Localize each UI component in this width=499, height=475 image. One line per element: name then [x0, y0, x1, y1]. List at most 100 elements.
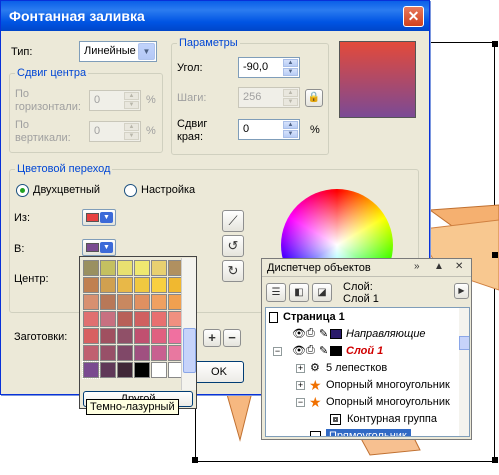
collapse-icon[interactable]: − [273, 347, 282, 356]
lock-steps-button[interactable]: 🔒 [305, 89, 323, 107]
pencil-icon[interactable]: ✎ [319, 344, 328, 357]
dialog-title: Фонтанная заливка [9, 8, 145, 24]
palette-swatch[interactable] [83, 260, 99, 276]
palette-swatch[interactable] [82, 361, 100, 379]
edit-across-layers-button[interactable]: ◧ [289, 283, 309, 302]
palette-swatch[interactable] [151, 294, 167, 310]
double-chevron-icon[interactable]: » [414, 261, 420, 272]
palette-swatch[interactable] [134, 260, 150, 276]
angle-input[interactable]: -90,0 ▲ ▼ [238, 57, 300, 78]
palette-swatch[interactable] [134, 311, 150, 327]
layer-manager-view-button[interactable]: ◪ [312, 283, 332, 302]
palette-swatch[interactable] [83, 294, 99, 310]
object-tree-scrollbar[interactable] [459, 308, 469, 436]
palette-swatch[interactable] [117, 277, 133, 293]
printer-icon[interactable]: ⎙ [306, 344, 315, 357]
palette-swatch[interactable] [134, 277, 150, 293]
chevron-down-icon: ▼ [138, 43, 155, 60]
palette-scrollbar[interactable] [181, 258, 196, 390]
direct-blend-button[interactable]: ⟋ [222, 210, 244, 232]
vertical-label-1: По [15, 119, 30, 131]
to-color-button[interactable]: ▼ [82, 239, 116, 256]
from-color-button[interactable]: ▼ [82, 209, 116, 226]
vertical-shift-input[interactable]: 0 ▲ ▼ [89, 121, 141, 142]
layer-color-swatch [330, 329, 342, 339]
close-button[interactable]: ✕ [403, 6, 424, 27]
selection-handle[interactable] [492, 41, 498, 47]
palette-swatch[interactable] [100, 260, 116, 276]
pencil-icon[interactable]: ✎ [319, 327, 328, 340]
caret-up-icon[interactable]: ▲ [434, 261, 444, 272]
steps-input[interactable]: 256 ▲ ▼ [238, 87, 300, 108]
palette-swatch[interactable] [83, 328, 99, 344]
palette-swatch[interactable] [117, 294, 133, 310]
ok-button[interactable]: OK [194, 361, 244, 383]
tree-label-selected: Прямоугольник [326, 429, 411, 436]
palette-swatch[interactable] [100, 277, 116, 293]
palette-swatch[interactable] [151, 260, 167, 276]
palette-swatch[interactable] [100, 328, 116, 344]
spin-up-icon[interactable]: ▲ [283, 121, 298, 129]
tree-label: Страница 1 [283, 311, 345, 323]
expand-icon[interactable]: + [296, 381, 305, 390]
palette-swatch[interactable] [117, 362, 133, 378]
spin-down-icon[interactable]: ▼ [124, 132, 139, 140]
spin-down-icon[interactable]: ▼ [283, 98, 298, 106]
printer-icon[interactable]: ⎙ [306, 327, 315, 340]
layer-info-value: Слой 1 [343, 293, 379, 305]
remove-preset-button[interactable]: − [223, 329, 241, 347]
page-icon [269, 312, 278, 323]
palette-swatch[interactable] [83, 311, 99, 327]
spin-up-icon[interactable]: ▲ [283, 89, 298, 97]
selection-handle[interactable] [492, 457, 498, 463]
ccw-blend-button[interactable]: ↺ [222, 235, 244, 257]
eye-icon[interactable]: 👁 [292, 327, 306, 340]
expand-icon[interactable]: + [296, 364, 305, 373]
two-color-radio[interactable] [16, 184, 29, 197]
spin-down-icon[interactable]: ▼ [283, 130, 298, 138]
object-tree-scroll-thumb[interactable] [459, 336, 469, 350]
panel-menu-button[interactable]: ▶ [454, 283, 469, 299]
eye-icon[interactable]: 👁 [292, 344, 306, 357]
color-transition-title: Цветовой переход [15, 163, 113, 175]
spin-up-icon[interactable]: ▲ [124, 123, 139, 131]
collapse-icon[interactable]: − [296, 398, 305, 407]
palette-swatch[interactable] [151, 277, 167, 293]
close-icon[interactable]: ✕ [455, 261, 463, 272]
palette-swatch[interactable] [151, 345, 167, 361]
palette-swatch[interactable] [83, 345, 99, 361]
palette-swatch[interactable] [134, 362, 150, 378]
custom-radio[interactable] [124, 184, 137, 197]
selection-handle[interactable] [192, 457, 198, 463]
selection-handle[interactable] [492, 252, 498, 258]
palette-swatch[interactable] [100, 294, 116, 310]
star-icon: ★ [309, 377, 322, 393]
add-preset-button[interactable]: + [203, 329, 221, 347]
palette-swatch[interactable] [151, 328, 167, 344]
palette-swatch[interactable] [117, 260, 133, 276]
palette-swatch[interactable] [100, 345, 116, 361]
spin-down-icon[interactable]: ▼ [283, 68, 298, 76]
cw-blend-button[interactable]: ↻ [222, 260, 244, 282]
palette-swatch[interactable] [100, 362, 116, 378]
palette-swatch[interactable] [134, 294, 150, 310]
show-properties-button[interactable]: ☰ [266, 283, 286, 302]
spin-up-icon[interactable]: ▲ [283, 59, 298, 67]
spin-down-icon[interactable]: ▼ [124, 101, 139, 109]
spin-up-icon[interactable]: ▲ [124, 92, 139, 100]
palette-swatch[interactable] [134, 328, 150, 344]
palette-swatch[interactable] [151, 311, 167, 327]
tree-label: Слой 1 [346, 345, 384, 357]
palette-swatch[interactable] [100, 311, 116, 327]
palette-swatch[interactable] [83, 277, 99, 293]
palette-swatch[interactable] [134, 345, 150, 361]
palette-scroll-thumb[interactable] [183, 328, 196, 373]
gradient-preview[interactable] [339, 41, 416, 118]
palette-swatch[interactable] [151, 362, 167, 378]
palette-swatch[interactable] [117, 328, 133, 344]
edge-pad-input[interactable]: 0 ▲ ▼ [238, 119, 300, 140]
horizontal-shift-input[interactable]: 0 ▲ ▼ [89, 90, 141, 111]
type-select[interactable]: Линейные ▼ [79, 41, 157, 62]
palette-swatch[interactable] [117, 345, 133, 361]
palette-swatch[interactable] [117, 311, 133, 327]
